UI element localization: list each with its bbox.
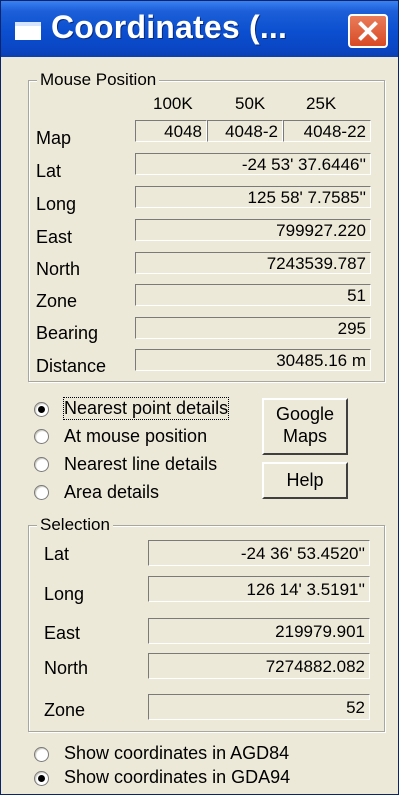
google-maps-button[interactable]: Google Maps bbox=[262, 398, 348, 455]
column-header-50k: 50K bbox=[235, 94, 266, 113]
selection-long-label: Long bbox=[44, 584, 85, 604]
selection-north-field: 7274882.082 bbox=[148, 653, 370, 679]
nearest-point-radio[interactable] bbox=[34, 402, 49, 417]
column-header-25k: 25K bbox=[306, 94, 337, 113]
mouse-long-value: 125 58' 7.7585'' bbox=[247, 188, 366, 207]
mouse-lat-field: -24 53' 37.6446'' bbox=[135, 153, 371, 175]
selection-east-label: East bbox=[44, 623, 81, 643]
bearing-value: 295 bbox=[337, 319, 366, 338]
distance-value: 30485.16 m bbox=[276, 351, 366, 370]
selection-long-value: 126 14' 3.5191'' bbox=[246, 580, 365, 599]
mouse-long-label: Long bbox=[36, 194, 77, 214]
selection-zone-value: 52 bbox=[346, 698, 365, 717]
window-icon bbox=[15, 22, 41, 40]
nearest-line-label[interactable]: Nearest line details bbox=[64, 454, 217, 475]
distance-field: 30485.16 m bbox=[135, 349, 371, 371]
bearing-label: Bearing bbox=[36, 323, 99, 343]
agd84-radio[interactable] bbox=[34, 747, 49, 762]
mouse-zone-label: Zone bbox=[36, 291, 78, 311]
selection-north-label: North bbox=[44, 658, 89, 678]
gda94-label[interactable]: Show coordinates in GDA94 bbox=[64, 767, 290, 788]
map-100k-field: 4048 bbox=[135, 120, 207, 142]
column-header-100k: 100K bbox=[153, 94, 193, 113]
selection-caption: Selection bbox=[37, 515, 113, 535]
mouse-lat-value: -24 53' 37.6446'' bbox=[241, 155, 366, 174]
distance-label: Distance bbox=[36, 356, 107, 376]
map-25k-field: 4048-22 bbox=[283, 120, 371, 142]
map-100k-value: 4048 bbox=[164, 122, 202, 141]
mouse-north-label: North bbox=[36, 259, 81, 279]
at-mouse-position-radio[interactable] bbox=[34, 429, 49, 444]
title-bar[interactable]: Coordinates (... bbox=[1, 1, 398, 57]
selection-lat-value: -24 36' 53.4520'' bbox=[240, 544, 365, 563]
selection-lat-label: Lat bbox=[44, 544, 70, 564]
mouse-position-caption: Mouse Position bbox=[37, 70, 160, 90]
at-mouse-position-label[interactable]: At mouse position bbox=[64, 426, 207, 447]
google-maps-label-line2: Maps bbox=[282, 426, 327, 446]
nearest-line-radio[interactable] bbox=[34, 457, 49, 472]
mouse-long-field: 125 58' 7.7585'' bbox=[135, 186, 371, 208]
selection-long-field: 126 14' 3.5191'' bbox=[148, 576, 370, 602]
mouse-lat-label: Lat bbox=[36, 161, 62, 181]
selection-north-value: 7274882.082 bbox=[265, 657, 365, 676]
google-maps-label-line1: Google bbox=[275, 404, 335, 424]
map-label: Map bbox=[36, 128, 72, 148]
map-25k-value: 4048-22 bbox=[303, 122, 366, 141]
selection-lat-field: -24 36' 53.4520'' bbox=[148, 540, 370, 566]
mouse-zone-value: 51 bbox=[347, 286, 366, 305]
help-button[interactable]: Help bbox=[262, 462, 348, 499]
mouse-east-field: 799927.220 bbox=[135, 219, 371, 241]
bearing-field: 295 bbox=[135, 317, 371, 339]
map-50k-field: 4048-2 bbox=[207, 120, 283, 142]
area-details-radio[interactable] bbox=[34, 485, 49, 500]
nearest-point-label[interactable]: Nearest point details bbox=[62, 397, 230, 420]
selection-east-value: 219979.901 bbox=[275, 622, 365, 641]
close-button[interactable] bbox=[348, 14, 388, 48]
selection-zone-label: Zone bbox=[44, 700, 86, 720]
mouse-zone-field: 51 bbox=[135, 284, 371, 306]
area-details-label[interactable]: Area details bbox=[64, 482, 159, 503]
gda94-radio[interactable] bbox=[34, 771, 49, 786]
coordinates-window: Coordinates (... Mouse Position 100K 50K… bbox=[0, 0, 399, 795]
mouse-north-field: 7243539.787 bbox=[135, 252, 371, 274]
selection-zone-field: 52 bbox=[148, 694, 370, 720]
mouse-north-value: 7243539.787 bbox=[266, 254, 366, 273]
mouse-east-label: East bbox=[36, 227, 73, 247]
map-50k-value: 4048-2 bbox=[225, 122, 278, 141]
window-title: Coordinates (... bbox=[51, 9, 288, 45]
agd84-label[interactable]: Show coordinates in AGD84 bbox=[64, 743, 289, 764]
selection-east-field: 219979.901 bbox=[148, 618, 370, 644]
mouse-east-value: 799927.220 bbox=[276, 221, 366, 240]
